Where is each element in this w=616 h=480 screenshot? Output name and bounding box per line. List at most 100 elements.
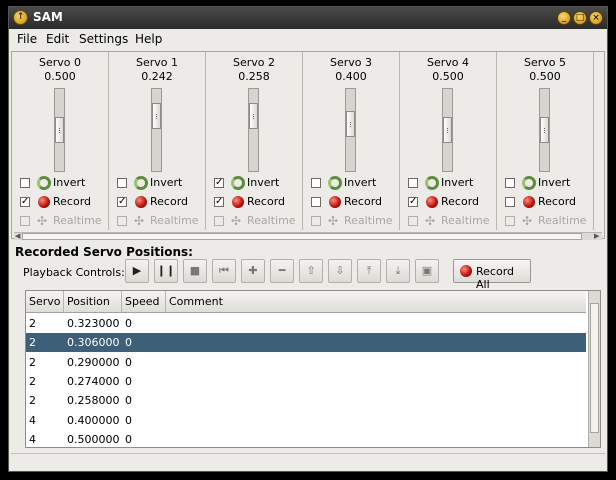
slider-thumb[interactable] [152,103,161,129]
title-bar[interactable]: ↑ SAM _ □ × [9,7,607,29]
menu-edit[interactable]: Edit [46,32,69,46]
app-window: ↑ SAM _ □ × File Edit Settings Help Serv… [8,6,608,472]
remove-icon: ━ [278,264,286,277]
menu-settings[interactable]: Settings [79,32,128,46]
move-down-button[interactable]: ⇩ [328,259,352,283]
move-down-icon: ⇩ [335,264,345,277]
record-option[interactable]: ✓ Record [20,194,110,210]
table-row[interactable]: 2 0.258000 0 [26,391,586,410]
servo-cell: 4 [29,413,36,427]
slider-thumb[interactable] [443,117,452,143]
pause-button[interactable]: ❙❙ [154,259,178,283]
table-row[interactable]: 2 0.274000 0 [26,372,586,391]
realtime-option: ✣ Realtime [311,213,401,229]
speed-cell: 0 [125,374,132,388]
move-top-button[interactable]: ⤒ [357,259,381,283]
move-up-button[interactable]: ⇧ [299,259,323,283]
column-header-servo[interactable]: Servo [26,291,64,312]
invert-option[interactable]: Invert [20,175,110,191]
record-label: Record [344,195,383,208]
table-row[interactable]: 4 0.500000 0 [26,430,586,447]
record-all-button[interactable]: Record All [453,259,531,291]
play-button[interactable]: ▶ [125,259,149,283]
servo-slider[interactable] [442,88,453,172]
table-scroll-thumb[interactable] [590,303,599,433]
slider-thumb[interactable] [346,111,355,137]
invert-icon [37,176,51,190]
record-option[interactable]: ✓ Record [117,194,207,210]
table-scrollbar[interactable] [588,291,600,447]
table-row[interactable]: 2 0.306000 0 [26,333,586,353]
invert-icon [328,176,342,190]
record-icon [460,265,472,277]
record-checkbox[interactable] [505,197,515,207]
column-header-position[interactable]: Position [64,291,122,312]
realtime-checkbox [505,216,515,226]
invert-icon [522,176,536,190]
invert-option[interactable]: Invert [117,175,207,191]
add-button[interactable]: ✚ [241,259,265,283]
stop-button[interactable]: ■ [183,259,207,283]
record-label: Record [538,195,577,208]
move-top-icon: ⤒ [366,264,372,277]
table-row[interactable]: 4 0.400000 0 [26,411,586,430]
table-row[interactable]: 2 0.290000 0 [26,353,586,372]
invert-option[interactable]: Invert [408,175,498,191]
playback-controls-label: Playback Controls: [23,266,125,279]
invert-checkbox[interactable]: ✓ [214,178,224,188]
speed-cell: 0 [125,355,132,369]
column-header-speed[interactable]: Speed [122,291,166,312]
invert-checkbox[interactable] [408,178,418,188]
record-option[interactable]: Record [505,194,595,210]
invert-label: Invert [150,176,183,189]
invert-label: Invert [247,176,280,189]
invert-option[interactable]: ✓ Invert [214,175,304,191]
minimize-icon[interactable]: _ [557,11,571,25]
table-row[interactable]: 2 0.323000 0 [26,314,586,333]
slider-thumb[interactable] [540,117,549,143]
servo-slider[interactable] [539,88,550,172]
menu-file[interactable]: File [17,32,37,46]
invert-option[interactable]: Invert [505,175,595,191]
invert-checkbox[interactable] [311,178,321,188]
servo-slider[interactable] [345,88,356,172]
remove-button[interactable]: ━ [270,259,294,283]
invert-checkbox[interactable] [117,178,127,188]
invert-checkbox[interactable] [505,178,515,188]
invert-option[interactable]: Invert [311,175,401,191]
slider-thumb[interactable] [249,103,258,129]
record-checkbox[interactable]: ✓ [408,197,418,207]
save-button[interactable]: ▣ [415,259,439,283]
servo-column: Servo 0 0.500 Invert ✓ Record ✣ Realtime [12,52,109,230]
record-checkbox[interactable] [311,197,321,207]
servo-slider[interactable] [151,88,162,172]
servo-cell: 2 [29,374,36,388]
realtime-label: Realtime [53,214,102,227]
move-bottom-button[interactable]: ⤓ [386,259,410,283]
servo-slider[interactable] [54,88,65,172]
record-option[interactable]: ✓ Record [408,194,498,210]
menu-help[interactable]: Help [135,32,162,46]
realtime-icon: ✣ [134,214,145,228]
record-label: Record [150,195,189,208]
skip-back-button[interactable]: ⏮ [212,259,236,283]
invert-checkbox[interactable] [20,178,30,188]
record-icon [135,196,147,208]
stop-icon: ■ [189,264,201,277]
app-logo-icon: ↑ [13,10,28,25]
realtime-checkbox [408,216,418,226]
record-checkbox[interactable]: ✓ [20,197,30,207]
maximize-icon[interactable]: □ [573,11,587,25]
record-option[interactable]: Record [311,194,401,210]
record-label: Record [247,195,286,208]
record-checkbox[interactable]: ✓ [214,197,224,207]
realtime-checkbox [20,216,30,226]
column-header-comment[interactable]: Comment [166,291,586,312]
record-checkbox[interactable]: ✓ [117,197,127,207]
servo-column: Servo 5 0.500 Invert Record ✣ Realtime [497,52,594,230]
close-icon[interactable]: × [589,11,603,25]
servo-slider[interactable] [248,88,259,172]
slider-thumb[interactable] [55,117,64,143]
record-option[interactable]: ✓ Record [214,194,304,210]
servo-name: Servo 1 [135,56,178,69]
